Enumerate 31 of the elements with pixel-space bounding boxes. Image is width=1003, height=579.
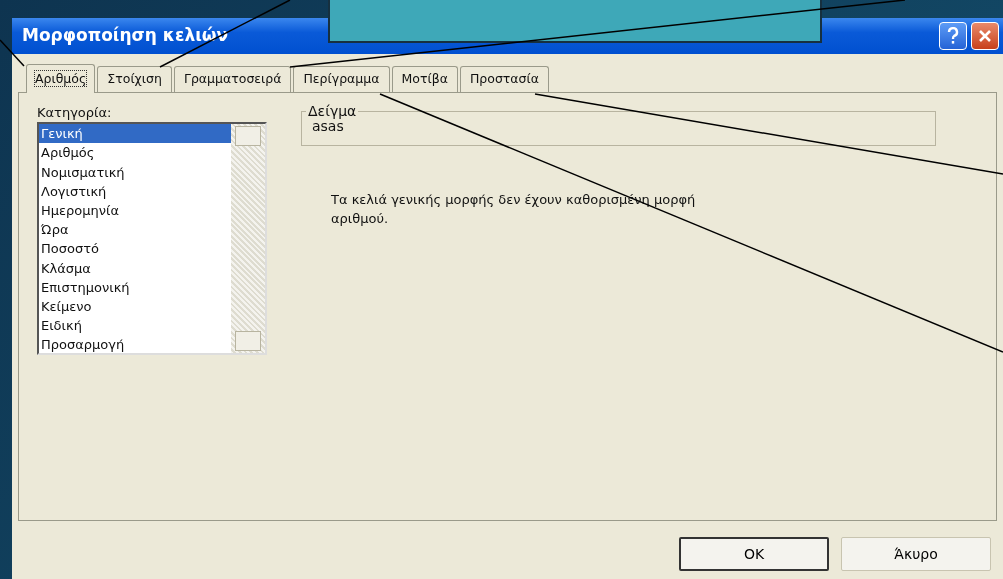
list-item[interactable]: Κείμενο: [39, 297, 231, 317]
list-item[interactable]: Νομισματική: [39, 162, 231, 182]
tab[interactable]: Μοτίβα: [391, 66, 458, 92]
help-button[interactable]: [939, 22, 967, 50]
list-item[interactable]: Κλάσμα: [39, 258, 231, 278]
tab[interactable]: Περίγραμμα: [293, 66, 390, 92]
category-list[interactable]: Γενική Αριθμός Νομισματική Λογιστική Ημερομηνία Ώρα Ποσοστό Κλάσμα Επιστημονική Κείμενο Ειδική Προσαρμογή: [37, 122, 267, 356]
list-item[interactable]: Επιστημονική: [39, 277, 231, 298]
list-item[interactable]: Προσαρμογή: [39, 335, 231, 355]
tab[interactable]: Γραμματοσειρά: [173, 66, 292, 92]
help-icon: [947, 27, 959, 45]
list-item[interactable]: Αριθμός: [39, 143, 231, 163]
tab[interactable]: Στοίχιση: [97, 66, 172, 92]
cancel-button[interactable]: Άκυρο: [841, 537, 991, 571]
scroll-down-button[interactable]: [235, 331, 261, 352]
close-button[interactable]: [971, 22, 999, 50]
scroll-up-button[interactable]: [235, 126, 261, 147]
list-item[interactable]: Ώρα: [39, 220, 231, 240]
window-title: Μορφοποίηση κελιών: [22, 24, 229, 48]
category-label: Κατηγορία:: [37, 103, 113, 122]
list-item[interactable]: Ειδική: [39, 316, 231, 336]
scrollbar[interactable]: [231, 124, 265, 354]
list-item[interactable]: Γενική: [39, 124, 231, 144]
tab[interactable]: Αριθμός: [26, 64, 96, 93]
leader-line: [0, 39, 25, 67]
list-item[interactable]: Ημερομηνία: [39, 201, 231, 221]
close-icon: [978, 29, 992, 43]
list-item[interactable]: Ποσοστό: [39, 239, 231, 259]
ok-button[interactable]: OK: [679, 537, 829, 571]
tab[interactable]: Προστασία: [459, 66, 549, 92]
list-item[interactable]: Λογιστική: [39, 181, 231, 202]
